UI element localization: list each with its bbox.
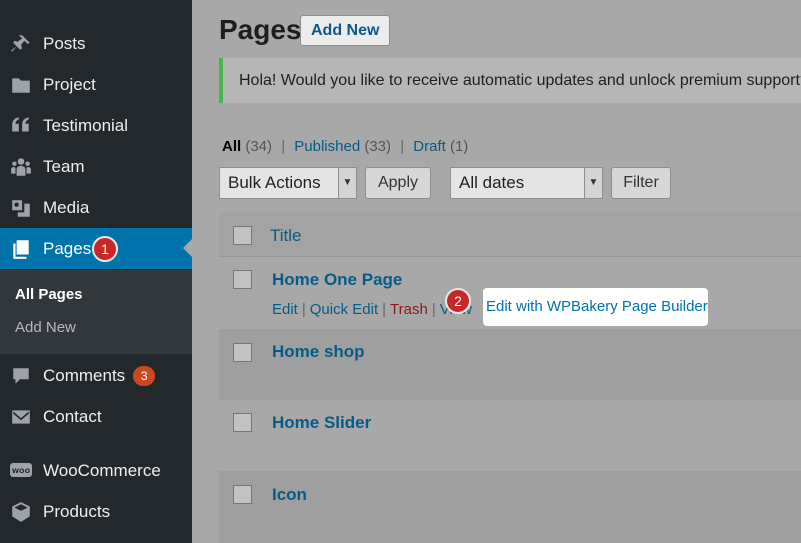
step-marker-1: 1	[92, 236, 118, 262]
table-header: Title	[219, 212, 801, 257]
menu-project-label: Project	[43, 74, 96, 94]
menu-posts[interactable]: Posts	[0, 23, 192, 64]
pages-submenu: All Pages Add New	[0, 270, 192, 354]
menu-contact[interactable]: Contact	[0, 396, 192, 437]
column-title[interactable]: Title	[270, 226, 302, 246]
table-row: Home shop	[219, 329, 801, 400]
menu-comments[interactable]: Comments 3	[0, 355, 192, 396]
table-row: Icon	[219, 471, 801, 543]
menu-woocommerce[interactable]: WOO WooCommerce	[0, 450, 192, 491]
menu-media[interactable]: Media	[0, 187, 192, 228]
menu-testimonial-label: Testimonial	[43, 115, 129, 135]
row-title[interactable]: Icon	[272, 485, 307, 505]
view-filters: All (34) | Published (33) | Draft (1)	[222, 138, 468, 155]
woo-icon: WOO	[10, 460, 32, 482]
date-filter-value: All dates	[459, 173, 525, 192]
view-published-count: (33)	[364, 138, 392, 155]
menu-pages-label: Pages	[43, 238, 92, 258]
main-content: Pages Add New Hola! Would you like to re…	[192, 0, 801, 543]
menu-woocommerce-label: WooCommerce	[43, 460, 161, 480]
page-title: Pages	[219, 14, 302, 45]
menu-posts-label: Posts	[43, 33, 86, 53]
view-separator: |	[281, 138, 286, 155]
view-all[interactable]: All	[222, 138, 241, 155]
menu-team-label: Team	[43, 156, 85, 176]
menu-media-label: Media	[43, 197, 90, 217]
add-new-button[interactable]: Add New	[300, 15, 391, 46]
quick-edit-link[interactable]: Quick Edit	[310, 301, 378, 318]
pages-icon	[10, 238, 32, 260]
row-title[interactable]: Home Slider	[272, 413, 371, 433]
menu-contact-label: Contact	[43, 406, 102, 426]
comment-icon	[10, 365, 32, 387]
step-marker-2: 2	[445, 288, 471, 314]
menu-products-label: Products	[43, 501, 111, 521]
row-title[interactable]: Home One Page	[272, 270, 402, 290]
apply-button[interactable]: Apply	[365, 167, 431, 199]
table-row: Home Slider	[219, 400, 801, 471]
update-notice: Hola! Would you like to receive automati…	[219, 58, 801, 103]
quote-icon	[10, 115, 32, 137]
row-checkbox[interactable]	[233, 485, 252, 504]
admin-sidebar: Posts Project Testimonial Team Media Pag…	[0, 0, 192, 543]
row-checkbox[interactable]	[233, 343, 252, 362]
menu-project[interactable]: Project	[0, 64, 192, 105]
box-icon	[10, 501, 32, 523]
filter-button[interactable]: Filter	[611, 167, 671, 199]
row-checkbox[interactable]	[233, 270, 252, 289]
view-draft[interactable]: Draft	[413, 138, 446, 155]
chevron-down-icon: ▼	[338, 168, 356, 198]
group-icon	[10, 156, 32, 178]
view-all-count: (34)	[245, 138, 273, 155]
bulk-actions-value: Bulk Actions	[228, 173, 321, 192]
menu-testimonial[interactable]: Testimonial	[0, 105, 192, 146]
row-actions: Edit|Quick Edit|Trash|View	[272, 301, 472, 318]
pin-icon	[10, 33, 32, 55]
edit-link[interactable]: Edit	[272, 301, 298, 318]
view-separator: |	[400, 138, 405, 155]
menu-comments-label: Comments	[43, 365, 126, 385]
submenu-all-pages[interactable]: All Pages	[15, 286, 83, 303]
media-icon	[10, 197, 32, 219]
folder-icon	[10, 74, 32, 96]
pages-table: Title Home One Page Edit | Quick Edit | Tras…	[219, 212, 801, 543]
submenu-add-new[interactable]: Add New	[15, 319, 76, 336]
date-filter-select[interactable]: All dates ▼	[450, 167, 603, 199]
row-title[interactable]: Home shop	[272, 342, 365, 362]
select-all-checkbox[interactable]	[233, 226, 252, 245]
mail-icon	[10, 406, 32, 428]
menu-products[interactable]: Products	[0, 491, 192, 532]
bulk-actions-select[interactable]: Bulk Actions ▼	[219, 167, 357, 199]
chevron-down-icon: ▼	[584, 168, 602, 198]
row-checkbox[interactable]	[233, 413, 252, 432]
view-published[interactable]: Published	[294, 138, 360, 155]
comments-count-badge: 3	[133, 365, 156, 386]
edit-with-wpbakery-link[interactable]: Edit with WPBakery Page Builder	[483, 288, 708, 326]
menu-team[interactable]: Team	[0, 146, 192, 187]
svg-text:WOO: WOO	[12, 467, 31, 475]
view-draft-count: (1)	[449, 138, 469, 155]
trash-link[interactable]: Trash	[390, 301, 428, 318]
